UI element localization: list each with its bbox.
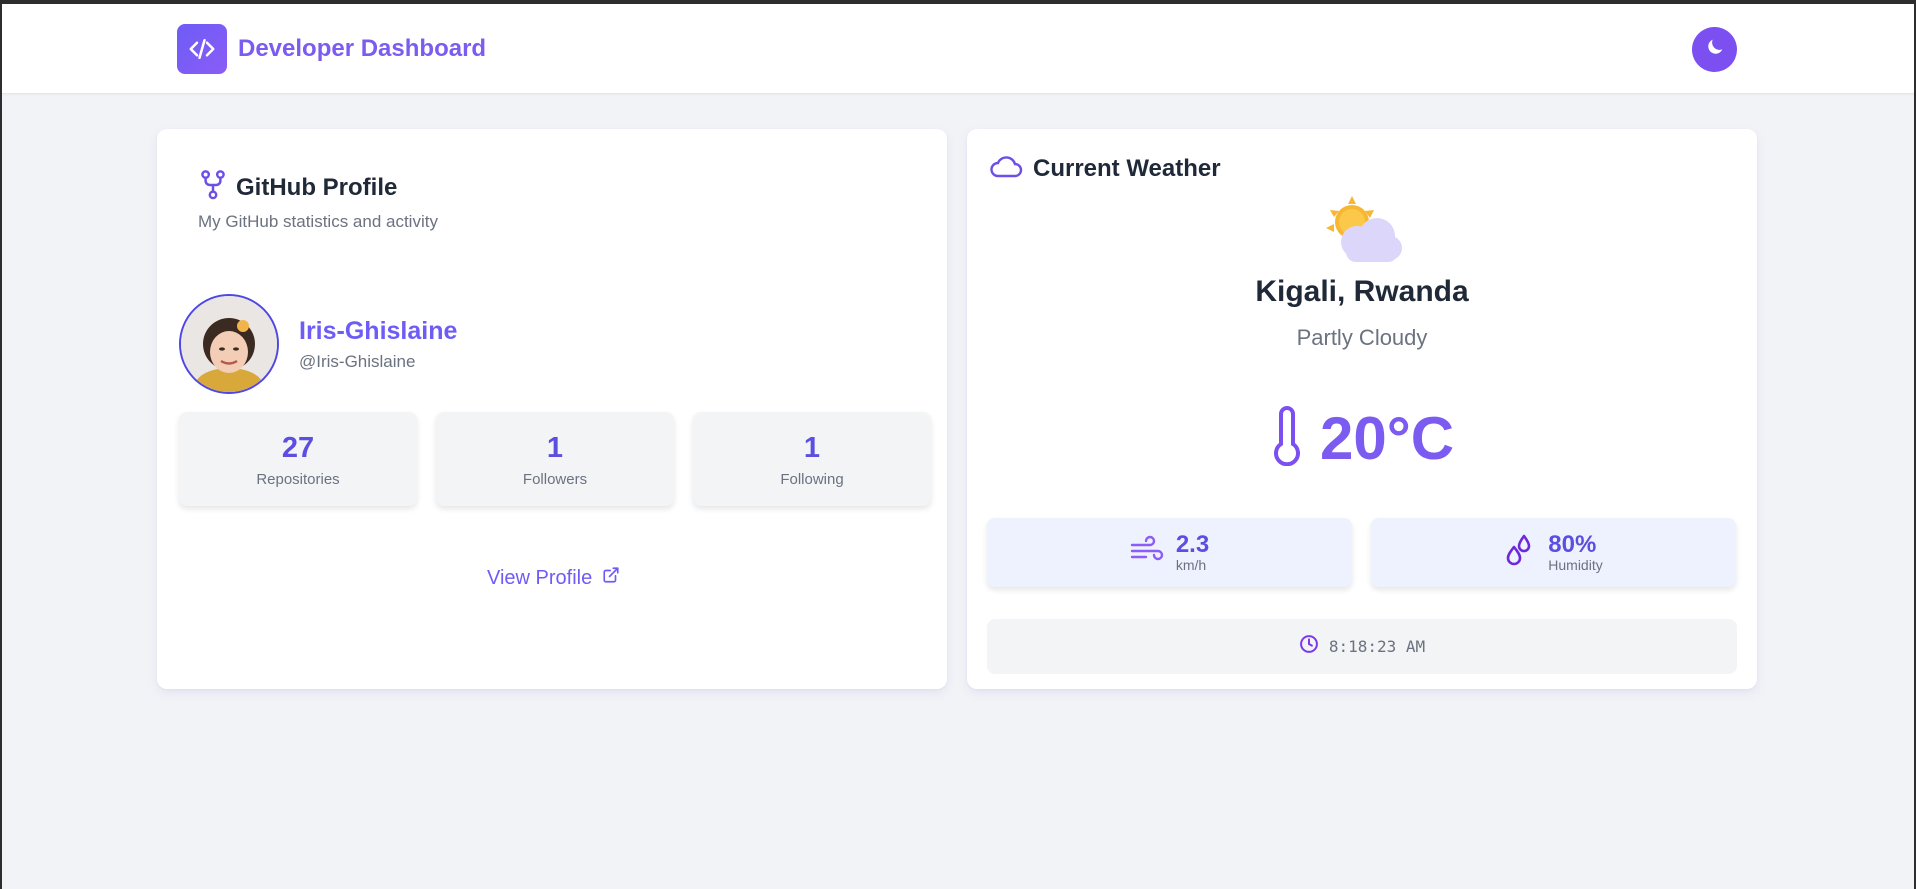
user-handle: @Iris-Ghislaine	[299, 351, 416, 371]
weather-card: Current Weather Kigali, Rwanda Partly Cl…	[967, 129, 1757, 689]
wind-speed: 2.3	[1175, 531, 1210, 558]
stat-value: 1	[546, 432, 564, 464]
humidity-value: 80%	[1548, 531, 1597, 558]
git-fork-icon	[198, 169, 228, 206]
stats-row: 27 Repositories 1 Followers 1 Following	[179, 412, 931, 506]
profile-summary: Iris-Ghislaine @Iris-Ghislaine	[179, 294, 457, 394]
weather-details: 2.3 km/h 80% Humidity	[987, 518, 1736, 587]
code-icon	[177, 24, 227, 74]
card-title: GitHub Profile	[236, 173, 398, 201]
card-title: Current Weather	[1033, 154, 1221, 182]
clock-icon	[1299, 634, 1319, 659]
card-header: GitHub Profile My GitHub statistics and …	[198, 169, 438, 232]
external-link-icon	[602, 566, 620, 590]
github-profile-card: GitHub Profile My GitHub statistics and …	[157, 129, 947, 689]
avatar[interactable]	[179, 294, 279, 394]
partly-cloudy-icon	[1322, 192, 1402, 268]
moon-icon	[1704, 36, 1726, 63]
profile-names: Iris-Ghislaine @Iris-Ghislaine	[299, 317, 457, 372]
humidity-label: Humidity	[1548, 557, 1603, 573]
temperature-value: 20°C	[1319, 405, 1455, 472]
cloud-icon	[989, 153, 1023, 184]
app-window: Developer Dashboard GitHub Profile My Gi…	[2, 4, 1914, 889]
wind-box: 2.3 km/h	[987, 518, 1352, 587]
stat-label: Following	[780, 471, 844, 488]
temperature-row: 20°C	[967, 404, 1757, 473]
thermometer-icon	[1270, 406, 1304, 471]
username[interactable]: Iris-Ghislaine	[299, 317, 457, 346]
stat-following[interactable]: 1 Following	[693, 412, 931, 506]
brand[interactable]: Developer Dashboard	[177, 24, 486, 74]
humidity-box: 80% Humidity	[1371, 518, 1736, 587]
stat-repositories[interactable]: 27 Repositories	[179, 412, 417, 506]
view-profile-label: View Profile	[487, 566, 593, 589]
wind-icon	[1130, 535, 1164, 570]
top-bar: Developer Dashboard	[2, 4, 1914, 94]
stat-followers[interactable]: 1 Followers	[436, 412, 674, 506]
local-time: 8:18:23 AM	[987, 619, 1737, 674]
stat-label: Repositories	[256, 471, 340, 488]
view-profile-link[interactable]: View Profile	[487, 566, 620, 590]
droplets-icon	[1504, 533, 1536, 572]
stat-label: Followers	[522, 471, 588, 488]
weather-condition: Partly Cloudy	[1296, 325, 1428, 350]
time-value: 8:18:23 AM	[1328, 637, 1426, 656]
wind-unit: km/h	[1175, 557, 1207, 573]
stat-value: 1	[803, 432, 821, 464]
weather-location: Kigali, Rwanda	[1255, 275, 1469, 308]
app-title: Developer Dashboard	[238, 35, 487, 62]
stat-value: 27	[281, 432, 315, 464]
card-header: Current Weather	[989, 153, 1221, 184]
card-subtitle: My GitHub statistics and activity	[198, 212, 438, 231]
theme-toggle-button[interactable]	[1692, 27, 1737, 72]
